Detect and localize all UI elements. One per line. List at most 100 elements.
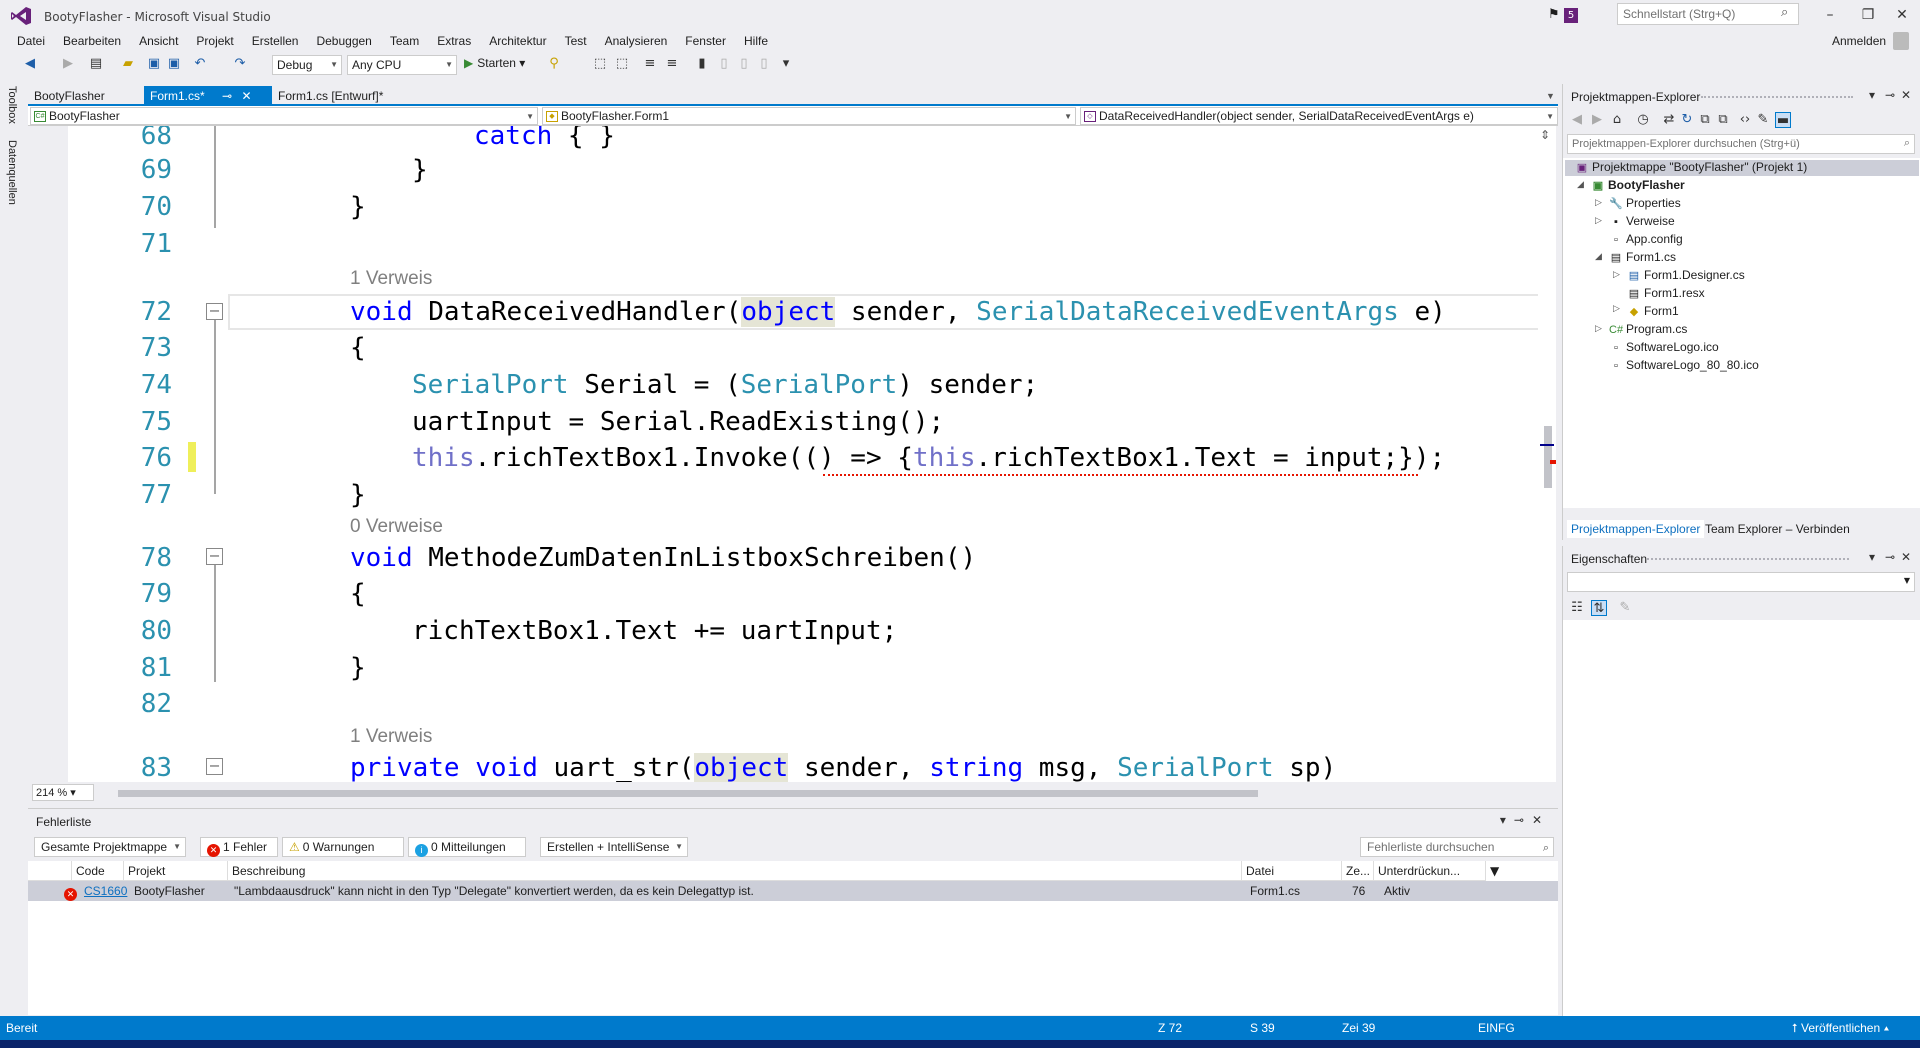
uncomment-icon[interactable]: ≡ — [664, 56, 680, 72]
tree-item-properties[interactable]: 🔧 Properties — [1609, 196, 1681, 210]
pin-icon[interactable]: ⊸ — [1885, 550, 1895, 564]
tree-item-program[interactable]: C# Program.cs — [1609, 322, 1687, 336]
clear-bookmark-icon[interactable]: ▯ — [756, 56, 772, 72]
tab-team-explorer[interactable]: Team Explorer – Verbinden — [1701, 520, 1854, 538]
search-icon[interactable]: ⌕ — [1781, 5, 1788, 20]
publish-button[interactable]: ⭡ Veröffentlichen ▴ — [1792, 1021, 1889, 1036]
toolbox-tab[interactable]: Toolbox — [6, 86, 18, 124]
menu-ansicht[interactable]: Ansicht — [130, 32, 187, 50]
tree-item-logo[interactable]: ▫ SoftwareLogo.ico — [1609, 340, 1719, 354]
codelens-reference[interactable]: 1 Verweis — [350, 726, 432, 748]
home-icon[interactable]: ⌂ — [1609, 112, 1625, 128]
open-file-icon[interactable]: ▰ — [120, 56, 136, 72]
menu-erstellen[interactable]: Erstellen — [243, 32, 308, 50]
platform-select[interactable]: Any CPU ▼ — [347, 55, 457, 75]
undo-icon[interactable]: ↶ — [192, 56, 208, 72]
collapse-all-icon[interactable]: ⧉ — [1697, 112, 1713, 128]
tree-item-form1-class[interactable]: ◆ Form1 — [1627, 304, 1679, 318]
menu-bearbeiten[interactable]: Bearbeiten — [54, 32, 130, 50]
tree-item-project[interactable]: ▣ BootyFlasher — [1591, 178, 1685, 192]
menu-architektur[interactable]: Architektur — [480, 32, 555, 50]
pin-icon[interactable]: ⊸ — [1514, 813, 1532, 827]
pin-icon[interactable]: ⊸ — [1885, 88, 1895, 102]
tab-project[interactable]: BootyFlasher — [28, 86, 144, 106]
collapsed-arrow-icon[interactable]: ▷ — [1595, 216, 1602, 226]
collapsed-arrow-icon[interactable]: ▷ — [1613, 270, 1620, 280]
expanded-arrow-icon[interactable]: ◢ — [1595, 252, 1602, 262]
codelens-reference[interactable]: 1 Verweis — [350, 268, 432, 290]
warnings-filter-button[interactable]: ⚠ 0 Warnungen — [282, 837, 404, 857]
menu-hilfe[interactable]: Hilfe — [735, 32, 777, 50]
property-pages-icon[interactable]: ✎ — [1617, 600, 1633, 616]
alphabetical-icon[interactable]: ⇅ — [1591, 600, 1607, 616]
menu-debuggen[interactable]: Debuggen — [307, 32, 380, 50]
menu-extras[interactable]: Extras — [428, 32, 480, 50]
breakpoint-icon[interactable]: ⬚ — [592, 56, 608, 72]
dropdown-icon[interactable]: ▾ — [1500, 813, 1514, 827]
close-window-button[interactable]: ✕ — [1885, 4, 1919, 26]
table-row[interactable]: ✕ CS1660 BootyFlasher "Lambdaausdruck" k… — [28, 881, 1558, 901]
toolbar-overflow-icon[interactable]: ▾ — [778, 56, 794, 72]
comment-icon[interactable]: ≡ — [642, 56, 658, 72]
solution-search-input[interactable]: Projektmappen-Explorer durchsuchen (Strg… — [1567, 134, 1915, 154]
menu-projekt[interactable]: Projekt — [187, 32, 242, 50]
expanded-arrow-icon[interactable]: ◢ — [1577, 180, 1584, 190]
collapsed-arrow-icon[interactable]: ▷ — [1595, 324, 1602, 334]
collapsed-arrow-icon[interactable]: ▷ — [1613, 304, 1620, 314]
collapse-region-button[interactable]: – — [206, 548, 223, 565]
column-code[interactable]: Code — [72, 861, 124, 881]
column-filter-icon[interactable]: ▼ — [1490, 864, 1499, 878]
code-editor[interactable]: – – – 68 69 70 71 72 73 74 75 76 77 78 7… — [28, 126, 1538, 782]
quick-launch-input[interactable]: Schnellstart (Strg+Q) — [1617, 3, 1799, 25]
notification-badge[interactable]: 5 — [1564, 8, 1578, 23]
preview-icon[interactable]: ▬ — [1775, 112, 1791, 128]
dropdown-icon[interactable]: ▾ — [1869, 550, 1875, 564]
errors-filter-button[interactable]: ✕ 1 Fehler — [200, 837, 278, 857]
scrollbar-thumb[interactable] — [1544, 426, 1552, 488]
build-filter-select[interactable]: Erstellen + IntelliSense ▼ — [540, 837, 688, 857]
collapse-region-button[interactable]: – — [206, 758, 223, 775]
back-icon[interactable]: ◀ — [1569, 112, 1585, 128]
column-project[interactable]: Projekt — [124, 861, 228, 881]
pin-icon[interactable]: ⊸ — [222, 89, 232, 103]
save-icon[interactable]: ▣ — [146, 56, 162, 72]
column-suppression[interactable]: Unterdrückun... — [1374, 861, 1486, 881]
error-search-input[interactable]: Fehlerliste durchsuchen ⌕ — [1360, 837, 1554, 857]
next-bookmark-icon[interactable]: ▯ — [736, 56, 752, 72]
zoom-select[interactable]: 214 % ▾ — [32, 784, 94, 801]
menu-test[interactable]: Test — [556, 32, 596, 50]
codelens-reference[interactable]: 0 Verweise — [350, 516, 443, 538]
tree-item-app-config[interactable]: ▫ App.config — [1609, 232, 1683, 246]
menu-analysieren[interactable]: Analysieren — [596, 32, 677, 50]
view-code-icon[interactable]: ‹› — [1737, 112, 1753, 128]
tab-overflow-icon[interactable]: ▼ — [1540, 88, 1561, 108]
maximize-button[interactable]: ❐ — [1851, 4, 1885, 26]
show-all-files-icon[interactable]: ⧉ — [1715, 112, 1731, 128]
pending-changes-icon[interactable]: ◷ — [1635, 112, 1651, 128]
column-description[interactable]: Beschreibung — [228, 861, 1242, 881]
redo-icon[interactable]: ↷ — [232, 56, 248, 72]
tree-item-logo-80[interactable]: ▫ SoftwareLogo_80_80.ico — [1609, 358, 1759, 372]
dropdown-icon[interactable]: ▾ — [1869, 88, 1875, 102]
menu-team[interactable]: Team — [381, 32, 428, 50]
close-tab-icon[interactable]: ✕ — [241, 89, 251, 103]
tree-item-references[interactable]: ▪ Verweise — [1609, 214, 1675, 228]
minimize-button[interactable]: – — [1813, 4, 1847, 26]
datasources-tab[interactable]: Datenquellen — [6, 140, 18, 205]
tab-form1-designer[interactable]: Form1.cs [Entwurf]* — [272, 86, 392, 106]
find-icon[interactable]: ⚲ — [546, 56, 562, 72]
bookmark-icon[interactable]: ▮ — [694, 56, 710, 72]
configuration-select[interactable]: Debug ▼ — [272, 55, 342, 75]
tree-item-designer[interactable]: ▤ Form1.Designer.cs — [1627, 268, 1745, 282]
step-icon[interactable]: ⬚ — [614, 56, 630, 72]
collapse-region-button[interactable]: – — [206, 303, 223, 320]
messages-filter-button[interactable]: i0 Mitteilungen — [408, 837, 526, 857]
close-icon[interactable]: ✕ — [1532, 813, 1550, 827]
categorized-icon[interactable]: ☷ — [1569, 600, 1585, 616]
column-line[interactable]: Ze... — [1342, 861, 1374, 881]
column-file[interactable]: Datei — [1242, 861, 1342, 881]
menu-fenster[interactable]: Fenster — [676, 32, 735, 50]
refresh-icon[interactable]: ↻ — [1679, 112, 1695, 128]
start-debug-button[interactable]: ▶ Starten ▾ — [464, 56, 525, 70]
collapsed-arrow-icon[interactable]: ▷ — [1595, 198, 1602, 208]
